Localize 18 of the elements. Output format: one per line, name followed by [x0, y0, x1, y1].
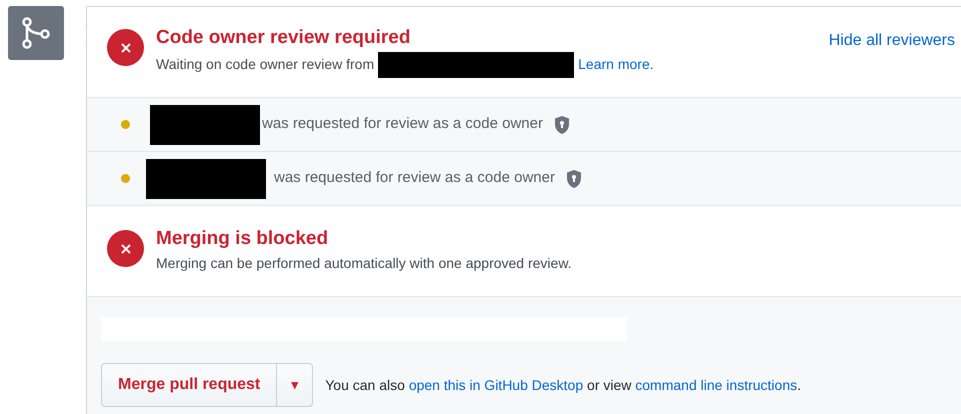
text-link[interactable]: open this in GitHub Desktop: [408, 376, 584, 392]
error-icon: [107, 230, 144, 267]
status-title: Merging is blocked: [156, 228, 330, 251]
learn-more-link[interactable]: Learn more.: [578, 54, 654, 76]
status-description: Merging can be performed automatically with one approved review.: [156, 254, 572, 273]
status-description: Waiting on code owner review from: [156, 55, 374, 74]
error-icon: [107, 29, 144, 66]
shield-icon: [552, 114, 571, 134]
hide-reviewers-link[interactable]: Hide all reviewers: [828, 29, 955, 53]
status-title: Code owner review required: [156, 27, 412, 50]
reviewer-status-text: was requested for review as a code owner: [274, 168, 555, 188]
dropdown-toggle[interactable]: ▾: [276, 364, 312, 406]
merge-button[interactable]: Merge pull request: [102, 364, 276, 406]
reviewer-status-text: was requested for review as a code owner: [262, 114, 543, 134]
shield-icon: [564, 168, 583, 188]
merge-hint: You can also open this in GitHub Desktop or view command line instructions.: [325, 376, 802, 395]
text-link[interactable]: command line instructions: [635, 376, 798, 392]
merge-icon: [8, 6, 64, 60]
